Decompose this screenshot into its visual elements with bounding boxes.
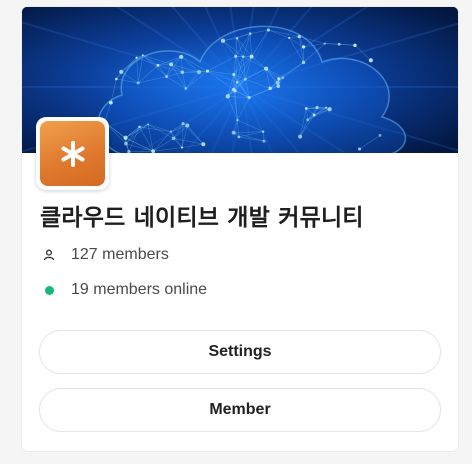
community-name: 클라우드 네이티브 개발 커뮤니티: [40, 205, 364, 231]
community-card: 클라우드 네이티브 개발 커뮤니티 127 members 19 members…: [21, 6, 459, 452]
avatar-background: [40, 121, 105, 186]
online-count-text: 19 members online: [71, 281, 208, 298]
user-icon: [42, 248, 56, 262]
online-status-dot-icon: [45, 285, 54, 295]
online-count-row: 19 members online: [42, 281, 207, 299]
community-avatar: [36, 117, 109, 190]
member-button[interactable]: Member: [39, 388, 441, 432]
settings-button[interactable]: Settings: [39, 330, 441, 374]
asterisk-icon: [61, 140, 84, 167]
members-count-row: 127 members: [42, 246, 169, 264]
members-count-text: 127 members: [71, 246, 169, 263]
